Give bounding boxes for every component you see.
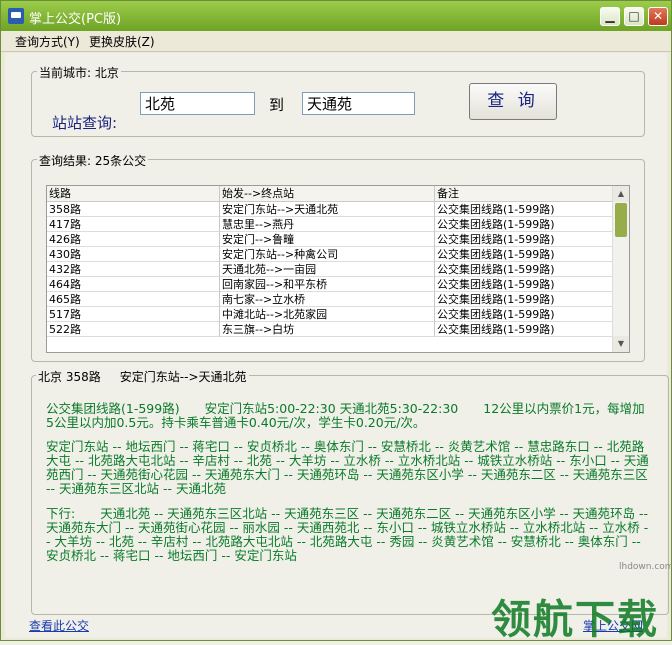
search-group: 当前城市: 北京 站站查询: 到 查 询 [31, 64, 645, 137]
cell-remark: 公交集团线路(1-599路) [435, 247, 615, 262]
results-table[interactable]: 线路 始发-->终点站 备注 358路 安定门东站-->天通北苑 公交集团线路(1-… [46, 185, 630, 353]
station-query-label: 站站查询: [52, 114, 118, 132]
route-detail-group: 北京 358路 安定门东站-->天通北苑 公交集团线路(1-599路) 安定门东… [31, 368, 669, 615]
cell-route: 417路 [47, 217, 220, 232]
table-row[interactable]: 464路 回南家园-->和平东桥 公交集团线路(1-599路) [47, 277, 615, 292]
cell-terminals: 回南家园-->和平东桥 [220, 277, 435, 292]
table-header: 线路 始发-->终点站 备注 [47, 186, 615, 202]
results-count-label: 查询结果: 25条公交 [37, 152, 149, 169]
table-row[interactable]: 465路 南七家-->立水桥 公交集团线路(1-599路) [47, 292, 615, 307]
up-route-text: 安定门东站 -- 地坛西门 -- 蒋宅口 -- 安贞桥北 -- 奥体东门 -- … [46, 439, 649, 496]
column-header-route[interactable]: 线路 [47, 186, 220, 201]
scroll-up-icon[interactable]: ▲ [613, 186, 629, 202]
table-row[interactable]: 432路 天通北苑-->一亩园 公交集团线路(1-599路) [47, 262, 615, 277]
view-bus-link[interactable]: 查看此公交 [29, 617, 89, 634]
results-group: 查询结果: 25条公交 线路 始发-->终点站 备注 358路 安定门东站-->天… [31, 152, 645, 362]
close-button[interactable]: ✕ [648, 7, 668, 26]
cell-route: 522路 [47, 322, 220, 337]
scroll-down-icon[interactable]: ▼ [613, 336, 629, 352]
cell-remark: 公交集团线路(1-599路) [435, 262, 615, 277]
bus-app-icon [8, 8, 24, 24]
watermark-logo: 领航下载 [491, 597, 659, 643]
cell-terminals: 中滩北站-->北苑家园 [220, 307, 435, 322]
cell-remark: 公交集团线路(1-599路) [435, 277, 615, 292]
minimize-button[interactable]: ▁ [600, 7, 620, 26]
cell-route: 430路 [47, 247, 220, 262]
cell-remark: 公交集团线路(1-599路) [435, 307, 615, 322]
route-detail-heading: 北京 358路 安定门东站-->天通北苑 [36, 368, 249, 385]
maximize-button[interactable]: □ [624, 7, 644, 26]
table-row[interactable]: 426路 安定门-->鲁疃 公交集团线路(1-599路) [47, 232, 615, 247]
table-row[interactable]: 522路 东三旗-->白坊 公交集团线路(1-599路) [47, 322, 615, 337]
cell-route: 464路 [47, 277, 220, 292]
down-route-text: 下行: 天通北苑 -- 天通苑东三区北站 -- 天通苑东三区 -- 天通苑东二区… [46, 506, 649, 563]
cell-terminals: 安定门-->鲁疃 [220, 232, 435, 247]
watermark-url: lhdown.com [619, 562, 672, 572]
window-title: 掌上公交(PC版) [29, 12, 122, 27]
cell-route: 426路 [47, 232, 220, 247]
current-city-label: 当前城市: 北京 [37, 64, 121, 81]
cell-remark: 公交集团线路(1-599路) [435, 292, 615, 307]
to-station-input[interactable] [302, 92, 415, 115]
menu-query-mode[interactable]: 查询方式(Y) [15, 33, 80, 50]
cell-terminals: 安定门东站-->种禽公司 [220, 247, 435, 262]
scroll-thumb[interactable] [615, 203, 627, 237]
results-scrollbar[interactable]: ▲ ▼ [612, 186, 629, 352]
table-row[interactable]: 430路 安定门东站-->种禽公司 公交集团线路(1-599路) [47, 247, 615, 262]
cell-remark: 公交集团线路(1-599路) [435, 202, 615, 217]
app-window: 掌上公交(PC版) ▁ □ ✕ 查询方式(Y) 更换皮肤(Z) 当前城市: 北京… [0, 0, 672, 643]
cell-route: 517路 [47, 307, 220, 322]
client-area: 当前城市: 北京 站站查询: 到 查 询 查询结果: 25条公交 线路 始发--… [5, 53, 669, 638]
cell-remark: 公交集团线路(1-599路) [435, 232, 615, 247]
cell-terminals: 慧忠里-->燕丹 [220, 217, 435, 232]
cell-terminals: 南七家-->立水桥 [220, 292, 435, 307]
cell-route: 432路 [47, 262, 220, 277]
table-row[interactable]: 358路 安定门东站-->天通北苑 公交集团线路(1-599路) [47, 202, 615, 217]
route-info-text: 公交集团线路(1-599路) 安定门东站5:00-22:30 天通北苑5:30-… [46, 401, 645, 430]
column-header-remark[interactable]: 备注 [435, 186, 615, 201]
title-bar[interactable]: 掌上公交(PC版) ▁ □ ✕ [1, 1, 671, 31]
to-label: 到 [269, 96, 285, 114]
query-button[interactable]: 查 询 [469, 83, 557, 120]
cell-route: 358路 [47, 202, 220, 217]
cell-terminals: 天通北苑-->一亩园 [220, 262, 435, 277]
from-station-input[interactable] [140, 92, 255, 115]
menu-bar: 查询方式(Y) 更换皮肤(Z) [1, 31, 671, 52]
cell-route: 465路 [47, 292, 220, 307]
column-header-terminals[interactable]: 始发-->终点站 [220, 186, 435, 201]
table-row[interactable]: 517路 中滩北站-->北苑家园 公交集团线路(1-599路) [47, 307, 615, 322]
cell-terminals: 东三旗-->白坊 [220, 322, 435, 337]
menu-change-skin[interactable]: 更换皮肤(Z) [89, 33, 155, 50]
cell-terminals: 安定门东站-->天通北苑 [220, 202, 435, 217]
cell-remark: 公交集团线路(1-599路) [435, 217, 615, 232]
table-row[interactable]: 417路 慧忠里-->燕丹 公交集团线路(1-599路) [47, 217, 615, 232]
cell-remark: 公交集团线路(1-599路) [435, 322, 615, 337]
